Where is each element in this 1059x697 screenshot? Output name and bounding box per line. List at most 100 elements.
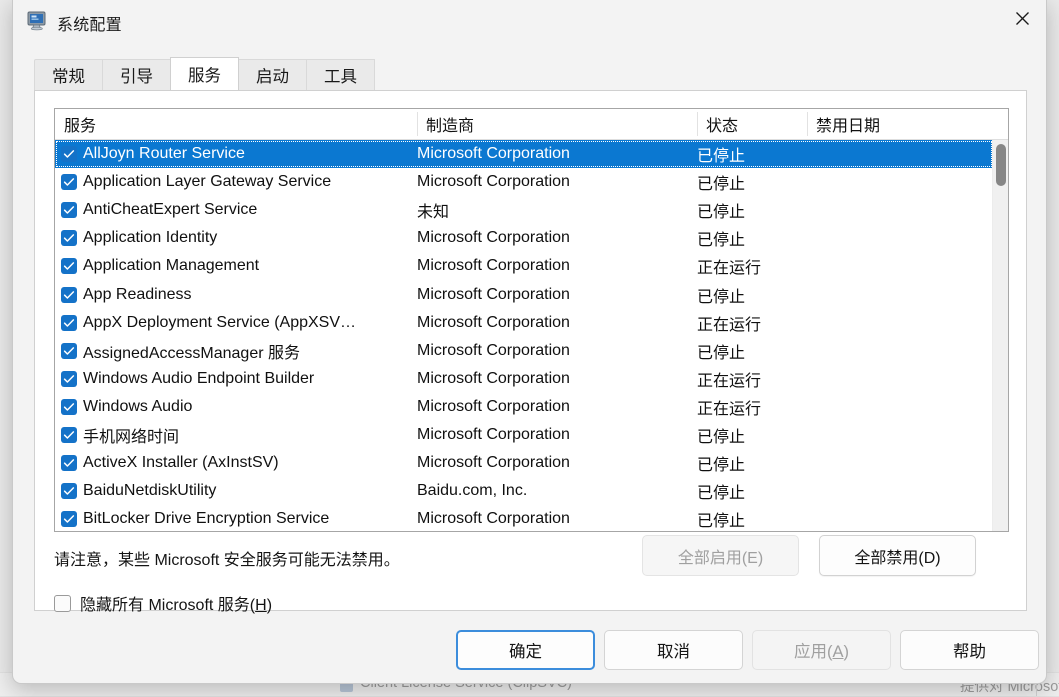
service-manufacturer: Microsoft Corporation <box>417 257 689 275</box>
service-name: BaiduNetdiskUtility <box>83 482 423 500</box>
service-row[interactable]: BaiduNetdiskUtilityBaidu.com, Inc.已停止 <box>55 477 993 505</box>
service-manufacturer: Microsoft Corporation <box>417 145 689 163</box>
service-name: Application Identity <box>83 229 423 247</box>
hide-microsoft-services-checkbox[interactable] <box>54 595 71 612</box>
help-button[interactable]: 帮助 <box>900 630 1039 670</box>
hide-microsoft-services-row[interactable]: 隐藏所有 Microsoft 服务(H) <box>54 591 272 615</box>
disable-all-button[interactable]: 全部禁用(D) <box>819 535 976 576</box>
service-manufacturer: Microsoft Corporation <box>417 173 689 191</box>
service-row[interactable]: AllJoyn Router ServiceMicrosoft Corporat… <box>55 140 993 168</box>
ok-label: 确定 <box>509 638 542 662</box>
service-manufacturer: Microsoft Corporation <box>417 229 689 247</box>
system-configuration-dialog: 系统配置 常规 引导 服务 启动 工具 服务 制造商 状态 禁用日期 <box>12 0 1047 684</box>
service-row[interactable]: AssignedAccessManager 服务Microsoft Corpor… <box>55 337 993 365</box>
apply-label: 应用(A) <box>794 638 849 662</box>
service-row[interactable]: Application ManagementMicrosoft Corporat… <box>55 252 993 280</box>
ok-button[interactable]: 确定 <box>456 630 595 670</box>
column-header-disabled-date[interactable]: 禁用日期 <box>807 109 993 139</box>
service-status: 已停止 <box>697 339 803 363</box>
service-manufacturer: Microsoft Corporation <box>417 286 689 304</box>
service-enabled-checkbox[interactable] <box>61 371 77 387</box>
tab-boot[interactable]: 引导 <box>102 59 171 90</box>
service-manufacturer: Baidu.com, Inc. <box>417 482 689 500</box>
services-list-header: 服务 制造商 状态 禁用日期 <box>55 109 1008 140</box>
hide-ms-accelerator: H <box>255 597 267 614</box>
service-row[interactable]: Application IdentityMicrosoft Corporatio… <box>55 224 993 252</box>
tab-tools[interactable]: 工具 <box>306 59 375 90</box>
service-row[interactable]: 手机网络时间Microsoft Corporation已停止 <box>55 421 993 449</box>
service-status: 正在运行 <box>697 395 803 419</box>
service-row[interactable]: Application Layer Gateway ServiceMicroso… <box>55 168 993 196</box>
service-status: 已停止 <box>697 507 803 531</box>
service-status: 已停止 <box>697 451 803 475</box>
tab-strip: 常规 引导 服务 启动 工具 <box>34 58 374 90</box>
tab-startup-label: 启动 <box>256 63 289 87</box>
service-enabled-checkbox[interactable] <box>61 202 77 218</box>
hide-microsoft-services-label: 隐藏所有 Microsoft 服务(H) <box>80 591 272 615</box>
service-row[interactable]: AntiCheatExpert Service未知已停止 <box>55 196 993 224</box>
service-name: App Readiness <box>83 286 423 304</box>
column-header-service[interactable]: 服务 <box>55 109 417 139</box>
apply-accelerator: A <box>832 643 843 661</box>
service-status: 正在运行 <box>697 254 803 278</box>
service-status: 已停止 <box>697 198 803 222</box>
tab-services[interactable]: 服务 <box>170 57 239 90</box>
service-row[interactable]: BitLocker Drive Encryption ServiceMicros… <box>55 505 993 531</box>
service-enabled-checkbox[interactable] <box>61 511 77 527</box>
service-enabled-checkbox[interactable] <box>61 174 77 190</box>
service-enabled-checkbox[interactable] <box>61 287 77 303</box>
scrollbar-thumb[interactable] <box>996 144 1006 186</box>
service-enabled-checkbox[interactable] <box>61 343 77 359</box>
service-name: AntiCheatExpert Service <box>83 201 423 219</box>
service-name: Windows Audio <box>83 398 423 416</box>
service-enabled-checkbox[interactable] <box>61 427 77 443</box>
cancel-label: 取消 <box>657 638 690 662</box>
close-icon[interactable] <box>999 0 1046 36</box>
service-enabled-checkbox[interactable] <box>61 455 77 471</box>
column-header-manufacturer[interactable]: 制造商 <box>417 109 697 139</box>
service-name: 手机网络时间 <box>83 423 423 447</box>
service-manufacturer: Microsoft Corporation <box>417 510 689 528</box>
service-status: 已停止 <box>697 142 803 166</box>
service-status: 已停止 <box>697 226 803 250</box>
tab-general-label: 常规 <box>52 63 85 87</box>
apply-label-pre: 应用( <box>794 643 833 661</box>
service-manufacturer: Microsoft Corporation <box>417 398 689 416</box>
tab-tools-label: 工具 <box>324 63 357 87</box>
tab-general[interactable]: 常规 <box>34 59 103 90</box>
service-name: AppX Deployment Service (AppXSV… <box>83 314 423 332</box>
service-status: 已停止 <box>697 170 803 194</box>
service-row[interactable]: AppX Deployment Service (AppXSV…Microsof… <box>55 309 993 337</box>
service-manufacturer: Microsoft Corporation <box>417 314 689 332</box>
service-name: ActiveX Installer (AxInstSV) <box>83 454 423 472</box>
apply-button[interactable]: 应用(A) <box>752 630 891 670</box>
service-enabled-checkbox[interactable] <box>61 399 77 415</box>
service-row[interactable]: App ReadinessMicrosoft Corporation 已停止 <box>55 280 993 308</box>
services-panel: 服务 制造商 状态 禁用日期 AllJoyn Router ServiceMic… <box>34 90 1027 611</box>
cancel-button[interactable]: 取消 <box>604 630 743 670</box>
tab-boot-label: 引导 <box>120 63 153 87</box>
system-configuration-icon <box>27 11 49 31</box>
service-status: 已停止 <box>697 283 803 307</box>
service-name: AssignedAccessManager 服务 <box>83 339 423 363</box>
service-enabled-checkbox[interactable] <box>61 483 77 499</box>
services-rows: AllJoyn Router ServiceMicrosoft Corporat… <box>55 140 993 531</box>
tab-startup[interactable]: 启动 <box>238 59 307 90</box>
service-manufacturer: Microsoft Corporation <box>417 454 689 472</box>
service-row[interactable]: Windows Audio Endpoint BuilderMicrosoft … <box>55 365 993 393</box>
service-enabled-checkbox[interactable] <box>61 230 77 246</box>
service-enabled-checkbox[interactable] <box>61 315 77 331</box>
security-services-note: 请注意，某些 Microsoft 安全服务可能无法禁用。 <box>54 546 400 570</box>
enable-all-button[interactable]: 全部启用(E) <box>642 535 799 576</box>
help-label: 帮助 <box>953 638 986 662</box>
services-list-scrollbar[interactable] <box>992 140 1008 531</box>
service-enabled-checkbox[interactable] <box>61 258 77 274</box>
service-enabled-checkbox[interactable] <box>61 146 77 162</box>
service-row[interactable]: Windows AudioMicrosoft Corporation 正在运行 <box>55 393 993 421</box>
apply-label-post: ) <box>844 643 850 661</box>
services-list: 服务 制造商 状态 禁用日期 AllJoyn Router ServiceMic… <box>54 108 1009 532</box>
service-manufacturer: Microsoft Corporation <box>417 426 689 444</box>
service-manufacturer: 未知 <box>417 198 689 222</box>
service-row[interactable]: ActiveX Installer (AxInstSV)Microsoft Co… <box>55 449 993 477</box>
column-header-status[interactable]: 状态 <box>697 109 807 139</box>
